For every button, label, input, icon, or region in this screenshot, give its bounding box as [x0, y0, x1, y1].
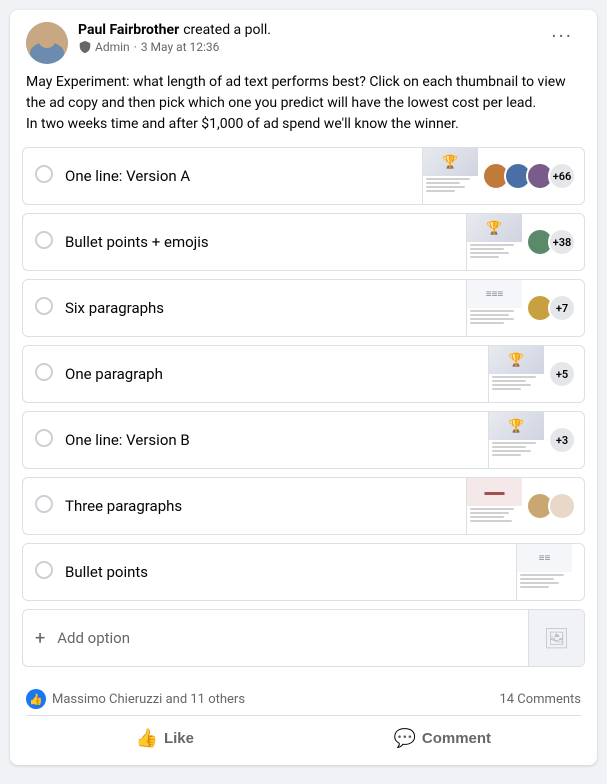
option-thumb-6[interactable]: ▬▬ — [466, 478, 522, 534]
option-thumb-3[interactable]: ≡≡≡ — [466, 280, 522, 336]
author-meta: Admin · 3 May at 12:36 — [78, 40, 271, 54]
shield-icon — [78, 40, 92, 54]
post-timestamp: 3 May at 12:36 — [141, 40, 220, 54]
radio-7[interactable] — [23, 561, 65, 583]
voter-count-4: +5 — [548, 360, 576, 388]
like-button[interactable]: 👍 Like — [26, 720, 304, 757]
radio-6[interactable] — [23, 495, 65, 517]
poll-option-4[interactable]: One paragraph 🏆 +5 — [22, 345, 585, 403]
comment-button[interactable]: 💬 Comment — [304, 720, 582, 757]
option-thumb-1[interactable]: 🏆 — [422, 148, 478, 204]
option-label-4: One paragraph — [65, 357, 488, 391]
poll-container: One line: Version A 🏆 — [10, 147, 597, 667]
image-placeholder-icon: 🖼 — [544, 626, 569, 650]
option-label-2: Bullet points + emojis — [65, 225, 466, 259]
option-thumb-2[interactable]: 🏆 — [466, 214, 522, 270]
radio-2[interactable] — [23, 231, 65, 253]
radio-3[interactable] — [23, 297, 65, 319]
reactions-left: 👍 Massimo Chieruzzi and 11 others — [26, 689, 245, 709]
dot-separator: · — [134, 40, 137, 54]
voters-3: +7 — [522, 294, 584, 322]
reactions-row: 👍 Massimo Chieruzzi and 11 others 14 Com… — [26, 683, 581, 716]
voters-6 — [522, 492, 584, 520]
plus-icon: + — [23, 628, 57, 649]
poll-option-2[interactable]: Bullet points + emojis 🏆 +38 — [22, 213, 585, 271]
option-thumb-4[interactable]: 🏆 — [488, 346, 544, 402]
option-label-7: Bullet points — [65, 555, 516, 589]
poll-option-1[interactable]: One line: Version A 🏆 — [22, 147, 585, 205]
comment-label: Comment — [422, 730, 491, 747]
like-icon: 👍 — [136, 728, 158, 749]
voter-count-5: +3 — [548, 426, 576, 454]
author-info: Paul Fairbrother created a poll. Admin ·… — [78, 22, 271, 54]
option-label-3: Six paragraphs — [65, 291, 466, 325]
option-label-1: One line: Version A — [65, 159, 422, 193]
poll-option-5[interactable]: One line: Version B 🏆 +3 — [22, 411, 585, 469]
add-option-row[interactable]: + Add option 🖼 — [22, 609, 585, 667]
post-header-left: Paul Fairbrother created a poll. Admin ·… — [26, 22, 271, 64]
author-action: created a poll. — [183, 22, 271, 38]
voter-count-1: +66 — [548, 162, 576, 190]
voter-count-3: +7 — [548, 294, 576, 322]
radio-5[interactable] — [23, 429, 65, 451]
poll-option-7[interactable]: Bullet points ≡≡ — [22, 543, 585, 601]
option-thumb-5[interactable]: 🏆 — [488, 412, 544, 468]
poll-option-6[interactable]: Three paragraphs ▬▬ — [22, 477, 585, 535]
voters-2: +38 — [522, 228, 584, 256]
author-name: Paul Fairbrother — [78, 22, 179, 38]
option-thumb-7[interactable]: ≡≡ — [516, 544, 572, 600]
admin-badge: Admin — [78, 40, 130, 54]
more-options-button[interactable]: ··· — [543, 22, 581, 50]
add-option-thumb: 🖼 — [528, 610, 584, 666]
post-footer: 👍 Massimo Chieruzzi and 11 others 14 Com… — [10, 675, 597, 765]
post-card: Paul Fairbrother created a poll. Admin ·… — [10, 10, 597, 765]
like-label: Like — [164, 730, 194, 747]
like-reaction-icon: 👍 — [26, 689, 46, 709]
option-label-6: Three paragraphs — [65, 489, 466, 523]
comment-count[interactable]: 14 Comments — [499, 692, 581, 707]
poll-option-3[interactable]: Six paragraphs ≡≡≡ +7 — [22, 279, 585, 337]
radio-4[interactable] — [23, 363, 65, 385]
voter-count-2: +38 — [548, 228, 576, 256]
post-text: May Experiment: what length of ad text p… — [10, 72, 597, 147]
action-row: 👍 Like 💬 Comment — [26, 716, 581, 757]
voters-5: +3 — [544, 426, 584, 454]
voter-avatar — [548, 492, 576, 520]
reactor-names[interactable]: Massimo Chieruzzi and 11 others — [52, 692, 245, 707]
post-header: Paul Fairbrother created a poll. Admin ·… — [10, 10, 597, 72]
add-option-label: Add option — [57, 629, 528, 647]
voters-1: +66 — [478, 162, 584, 190]
radio-1[interactable] — [23, 165, 65, 187]
author-role: Admin — [95, 40, 130, 54]
option-label-5: One line: Version B — [65, 423, 488, 457]
comment-icon: 💬 — [393, 728, 415, 749]
voters-4: +5 — [544, 360, 584, 388]
author-avatar — [26, 22, 68, 64]
